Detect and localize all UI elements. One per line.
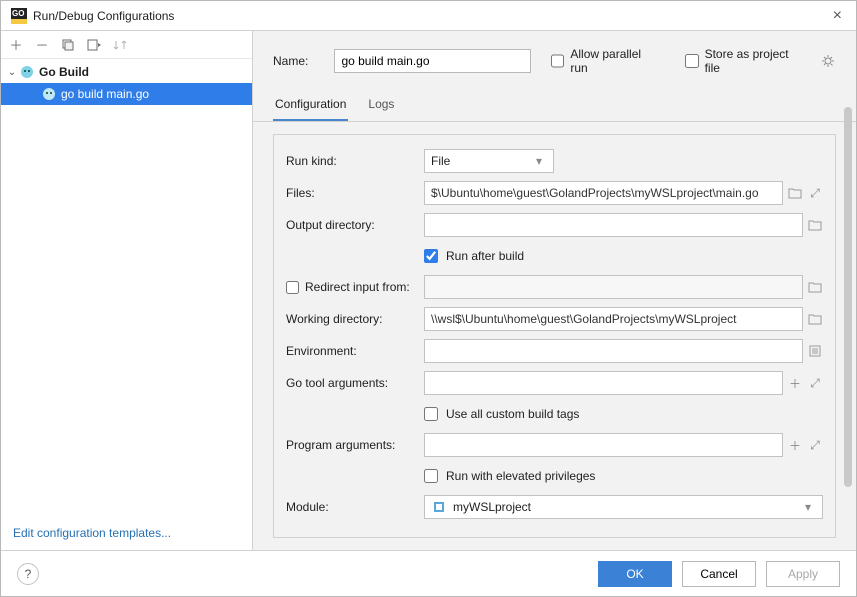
use-custom-tags-checkbox[interactable]: [424, 407, 438, 421]
store-project-checkbox[interactable]: Store as project file: [685, 47, 806, 75]
chevron-down-icon: ▾: [800, 499, 816, 515]
main-panel: Name: Allow parallel run Store as projec…: [253, 31, 856, 550]
files-label: Files:: [286, 186, 424, 200]
plus-icon[interactable]: ＋: [787, 437, 803, 453]
config-tree: ⌄ Go Build go build main.go: [1, 59, 252, 516]
folder-icon[interactable]: [807, 279, 823, 295]
list-icon[interactable]: [807, 343, 823, 359]
name-input[interactable]: [334, 49, 530, 73]
config-panel: Run kind: File ▾ Files:: [273, 134, 836, 538]
allow-parallel-checkbox[interactable]: Allow parallel run: [551, 47, 661, 75]
working-dir-input[interactable]: [424, 307, 803, 331]
run-elevated-checkbox[interactable]: [424, 469, 438, 483]
redirect-input-checkbox[interactable]: [286, 281, 299, 294]
allow-parallel-checkbox-input[interactable]: [551, 54, 565, 68]
apply-button[interactable]: Apply: [766, 561, 840, 587]
cancel-button[interactable]: Cancel: [682, 561, 756, 587]
folder-icon[interactable]: [787, 185, 803, 201]
allow-parallel-label: Allow parallel run: [570, 47, 660, 75]
go-tool-args-label: Go tool arguments:: [286, 376, 424, 390]
sort-config-button[interactable]: [111, 36, 129, 54]
module-select[interactable]: myWSLproject ▾: [424, 495, 823, 519]
run-kind-value: File: [431, 154, 450, 168]
env-label: Environment:: [286, 344, 424, 358]
dialog-footer: ? OK Cancel Apply: [1, 550, 856, 596]
module-icon: [431, 499, 447, 515]
go-tool-args-input[interactable]: [424, 371, 783, 395]
sidebar-toolbar: ＋ －: [1, 31, 252, 59]
output-dir-input[interactable]: [424, 213, 803, 237]
edit-templates-link[interactable]: Edit configuration templates...: [13, 526, 171, 540]
copy-config-button[interactable]: [59, 36, 77, 54]
env-input[interactable]: [424, 339, 803, 363]
folder-icon[interactable]: [807, 311, 823, 327]
expand-icon[interactable]: ⤢: [807, 437, 823, 453]
sidebar: ＋ － ⌄ Go Build: [1, 31, 253, 550]
tree-item-label: go build main.go: [61, 87, 149, 101]
go-build-icon: [41, 86, 57, 102]
tree-group-label: Go Build: [39, 65, 89, 79]
help-button[interactable]: ?: [17, 563, 39, 585]
ok-button[interactable]: OK: [598, 561, 672, 587]
output-dir-label: Output directory:: [286, 218, 424, 232]
redirect-input-label: Redirect input from:: [305, 280, 410, 294]
folder-icon[interactable]: [807, 217, 823, 233]
tree-group-go-build[interactable]: ⌄ Go Build: [1, 61, 252, 83]
add-config-button[interactable]: ＋: [7, 36, 25, 54]
run-kind-select[interactable]: File ▾: [424, 149, 554, 173]
expand-icon[interactable]: ⤢: [807, 375, 823, 391]
tab-bar: Configuration Logs: [253, 91, 856, 122]
working-dir-label: Working directory:: [286, 312, 424, 326]
chevron-down-icon: ⌄: [5, 67, 19, 78]
go-build-icon: [19, 64, 35, 80]
tree-item-go-build-main[interactable]: go build main.go: [1, 83, 252, 105]
program-args-input[interactable]: [424, 433, 783, 457]
save-config-button[interactable]: [85, 36, 103, 54]
run-after-build-checkbox[interactable]: [424, 249, 438, 263]
run-kind-label: Run kind:: [286, 154, 424, 168]
scrollbar[interactable]: [844, 107, 852, 527]
run-elevated-label: Run with elevated privileges: [446, 469, 595, 483]
close-icon[interactable]: ×: [829, 7, 846, 25]
name-label: Name:: [273, 54, 324, 68]
app-icon: [11, 8, 27, 24]
module-value: myWSLproject: [453, 500, 531, 514]
chevron-down-icon: ▾: [531, 153, 547, 169]
gear-icon[interactable]: [820, 53, 836, 69]
redirect-input-field[interactable]: [424, 275, 803, 299]
dialog-title: Run/Debug Configurations: [33, 9, 829, 23]
run-debug-config-dialog: Run/Debug Configurations × ＋ － ⌄: [0, 0, 857, 597]
store-project-checkbox-input[interactable]: [685, 54, 699, 68]
run-after-build-label: Run after build: [446, 249, 524, 263]
program-args-label: Program arguments:: [286, 438, 424, 452]
tab-logs[interactable]: Logs: [366, 91, 396, 121]
expand-icon[interactable]: ⤢: [807, 185, 823, 201]
scrollbar-thumb[interactable]: [844, 107, 852, 487]
store-project-label: Store as project file: [705, 47, 807, 75]
tab-configuration[interactable]: Configuration: [273, 91, 348, 121]
plus-icon[interactable]: ＋: [787, 375, 803, 391]
remove-config-button[interactable]: －: [33, 36, 51, 54]
titlebar: Run/Debug Configurations ×: [1, 1, 856, 31]
files-input[interactable]: [424, 181, 783, 205]
top-row: Name: Allow parallel run Store as projec…: [253, 31, 856, 85]
module-label: Module:: [286, 500, 424, 514]
use-custom-tags-label: Use all custom build tags: [446, 407, 579, 421]
